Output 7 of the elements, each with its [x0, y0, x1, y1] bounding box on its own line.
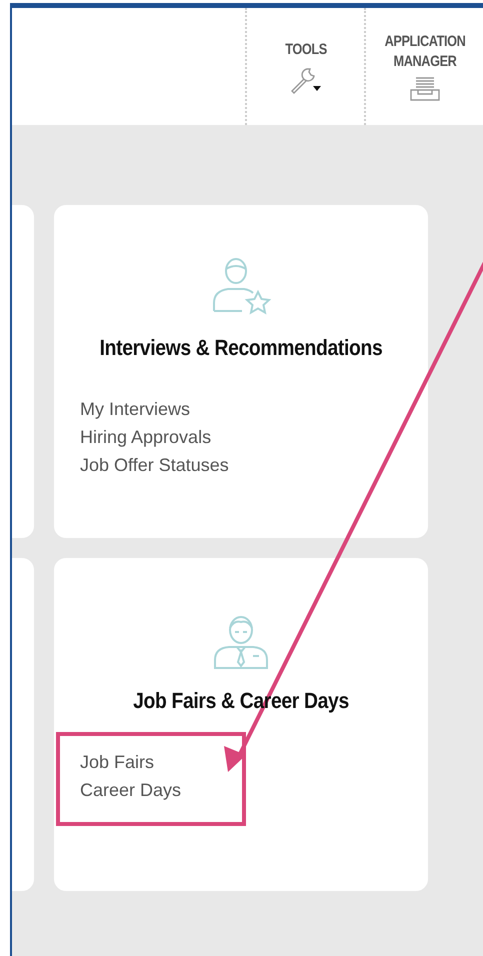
- inbox-tray-icon: [408, 76, 442, 102]
- card-link[interactable]: Job Offer Statuses: [80, 451, 229, 479]
- card-title: Interviews & Recommendations: [98, 335, 384, 361]
- card-link[interactable]: Career Days: [80, 776, 182, 804]
- card-link[interactable]: My Interviews: [80, 395, 190, 423]
- card-link[interactable]: Hiring Approvals: [80, 423, 212, 451]
- card-link[interactable]: Job Fairs: [80, 748, 154, 776]
